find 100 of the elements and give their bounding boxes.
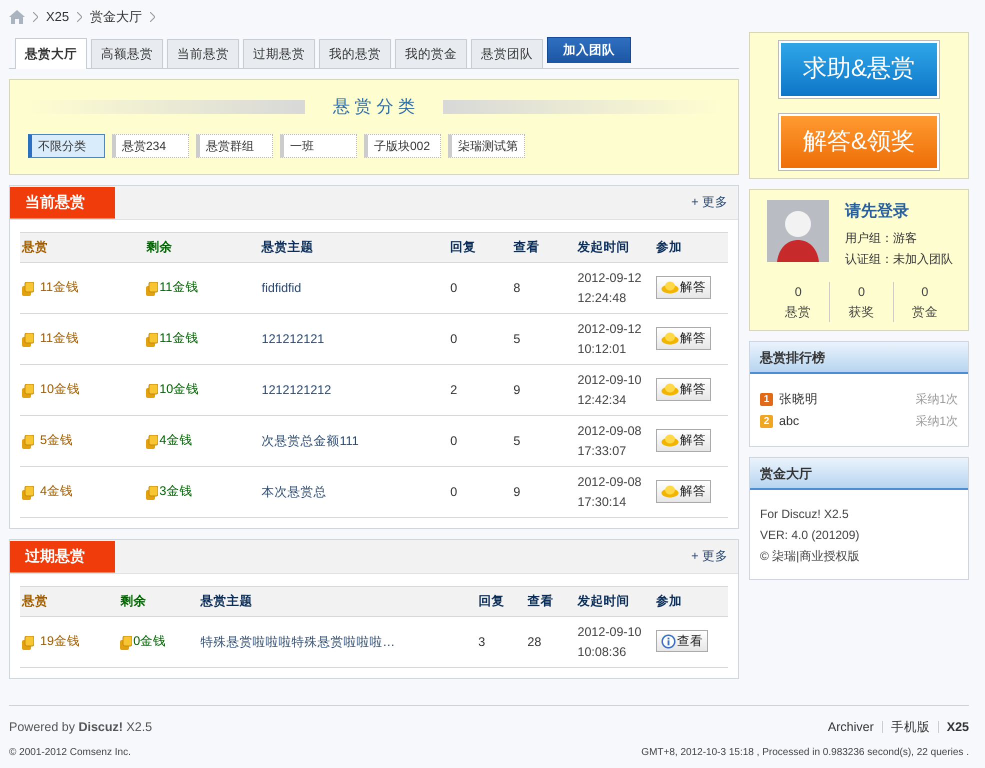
column-header: 参加 xyxy=(654,586,728,616)
tab[interactable]: 悬赏大厅 xyxy=(15,38,87,69)
topic-link[interactable]: 次悬赏总金额111 xyxy=(262,434,359,448)
money-text: 0金钱 xyxy=(133,634,166,648)
money-text: 11金钱 xyxy=(159,331,198,346)
view-button[interactable]: 查看 xyxy=(656,630,708,652)
tab[interactable]: 我的悬赏 xyxy=(319,39,391,68)
avatar xyxy=(767,200,829,262)
coins-icon xyxy=(146,432,158,451)
footer-link[interactable]: Archiver xyxy=(828,718,874,737)
more-link[interactable]: + 更多 xyxy=(691,547,728,566)
column-header: 回复 xyxy=(476,586,526,616)
answer-button[interactable]: 解答 xyxy=(656,480,711,503)
answer-button[interactable]: 解答 xyxy=(656,378,711,401)
breadcrumb-link[interactable]: 赏金大厅 xyxy=(90,7,142,27)
category-chip[interactable]: 不限分类 xyxy=(28,134,105,158)
table-cell: 3 xyxy=(476,616,526,668)
table-cell: 8 xyxy=(511,262,576,314)
category-chip[interactable]: 子版块002 xyxy=(364,134,441,158)
time-text: 17:33:07 xyxy=(578,443,628,460)
money-text: 4金钱 xyxy=(159,433,192,448)
tab[interactable]: 高额悬赏 xyxy=(91,39,163,68)
info-text: For Discuz! X2.5 xyxy=(760,506,850,523)
table-cell: 0 xyxy=(448,466,512,518)
answer-button[interactable]: 解答 xyxy=(656,276,711,299)
table-cell: 9 xyxy=(511,466,576,518)
info-text: VER: 4.0 (201209) xyxy=(760,527,860,544)
column-header: 发起时间 xyxy=(576,232,654,262)
answer-button[interactable]: 解答 xyxy=(656,327,711,350)
column-header: 查看 xyxy=(525,586,576,616)
stat-label: 悬赏 xyxy=(784,304,812,321)
coins-icon xyxy=(22,330,34,349)
ingot-icon xyxy=(660,332,679,346)
topic-link[interactable]: 特殊悬赏啦啦啦特殊悬赏啦啦啦… xyxy=(200,634,395,649)
topic-link[interactable]: 1212121212 xyxy=(262,382,332,397)
home-icon[interactable] xyxy=(9,10,25,24)
money-text: 11金钱 xyxy=(40,280,79,294)
category-chip[interactable]: 悬赏群组 xyxy=(196,134,273,158)
server-stats-text: GMT+8, 2012-10-3 15:18 , Processed in 0.983236 second(s), 22 queries . xyxy=(641,746,969,760)
table-cell: 2 xyxy=(448,364,512,416)
chevron-icon xyxy=(150,12,156,22)
money-text: 10金钱 xyxy=(159,382,200,396)
time-text: 10:12:01 xyxy=(578,341,628,358)
date-text: 2012-09-08 xyxy=(578,474,642,491)
breadcrumb-link[interactable]: X25 xyxy=(46,7,70,27)
ingot-icon xyxy=(660,434,679,448)
panel-title: 当前悬赏 xyxy=(10,186,115,218)
category-chip[interactable]: 一班 xyxy=(280,134,357,158)
money-text: 10金钱 xyxy=(40,382,80,396)
count-text: 采纳1次 xyxy=(915,413,958,430)
tab[interactable]: 我的赏金 xyxy=(395,39,467,68)
powered-by-text: Powered by Discuz! X2.5 xyxy=(9,719,152,736)
column-header: 悬赏 xyxy=(20,586,118,616)
ask-reward-button[interactable]: 求助&悬赏 xyxy=(779,41,939,98)
footer-link[interactable]: X25 xyxy=(946,718,969,737)
tab[interactable]: 悬赏团队 xyxy=(471,39,543,68)
category-chip[interactable]: 悬赏234 xyxy=(112,134,189,158)
money-text: 19金钱 xyxy=(40,634,80,648)
table-cell: 5 xyxy=(511,314,576,364)
topic-link[interactable]: fidfidfid xyxy=(262,280,302,295)
user-link[interactable]: 张晓明 xyxy=(779,390,916,408)
cert-group-text: 认证组：未加入团队 xyxy=(845,251,953,268)
date-text: 2012-09-12 xyxy=(578,270,642,287)
coins-icon xyxy=(22,279,34,298)
table-cell: 28 xyxy=(525,616,576,668)
column-header: 查看 xyxy=(511,232,576,262)
money-text: 5金钱 xyxy=(40,433,73,448)
topic-link[interactable]: 本次悬赏总 xyxy=(262,484,327,499)
footer-link[interactable]: 手机版 xyxy=(890,718,930,737)
column-header: 悬赏主题 xyxy=(198,586,476,616)
table-cell: 0 xyxy=(448,416,512,466)
stat-label: 赏金 xyxy=(910,304,939,321)
topic-link[interactable]: 121212121 xyxy=(262,332,324,346)
tab[interactable]: 当前悬赏 xyxy=(167,39,239,68)
user-group-text: 用户组：游客 xyxy=(845,230,918,247)
category-chip[interactable]: 柒瑞测试第 xyxy=(448,134,525,158)
ingot-icon xyxy=(660,383,679,396)
table-cell: 5 xyxy=(511,416,576,466)
time-text: 12:42:34 xyxy=(578,392,628,409)
coins-icon xyxy=(146,483,158,502)
tab[interactable]: 过期悬赏 xyxy=(243,39,315,68)
rank-badge: 1 xyxy=(760,392,773,406)
money-text: 11金钱 xyxy=(40,331,79,346)
user-link[interactable]: abc xyxy=(779,412,916,430)
answer-button[interactable]: 解答 xyxy=(656,429,711,452)
time-text: 10:08:36 xyxy=(578,644,628,661)
coins-icon xyxy=(120,633,132,652)
money-text: 4金钱 xyxy=(40,484,73,498)
count-text: 采纳1次 xyxy=(915,391,958,408)
column-header: 悬赏 xyxy=(20,232,144,262)
ingot-icon xyxy=(660,485,679,498)
column-header: 悬赏主题 xyxy=(260,232,448,262)
rank-badge: 2 xyxy=(760,414,773,428)
date-text: 2012-09-12 xyxy=(578,321,642,338)
login-link[interactable]: 请先登录 xyxy=(845,200,953,224)
info-icon xyxy=(660,634,676,649)
panel-title: 悬赏排行榜 xyxy=(750,342,968,374)
join-team-button[interactable]: 加入团队 xyxy=(547,37,631,63)
coins-icon xyxy=(146,279,158,298)
more-link[interactable]: + 更多 xyxy=(691,193,728,212)
